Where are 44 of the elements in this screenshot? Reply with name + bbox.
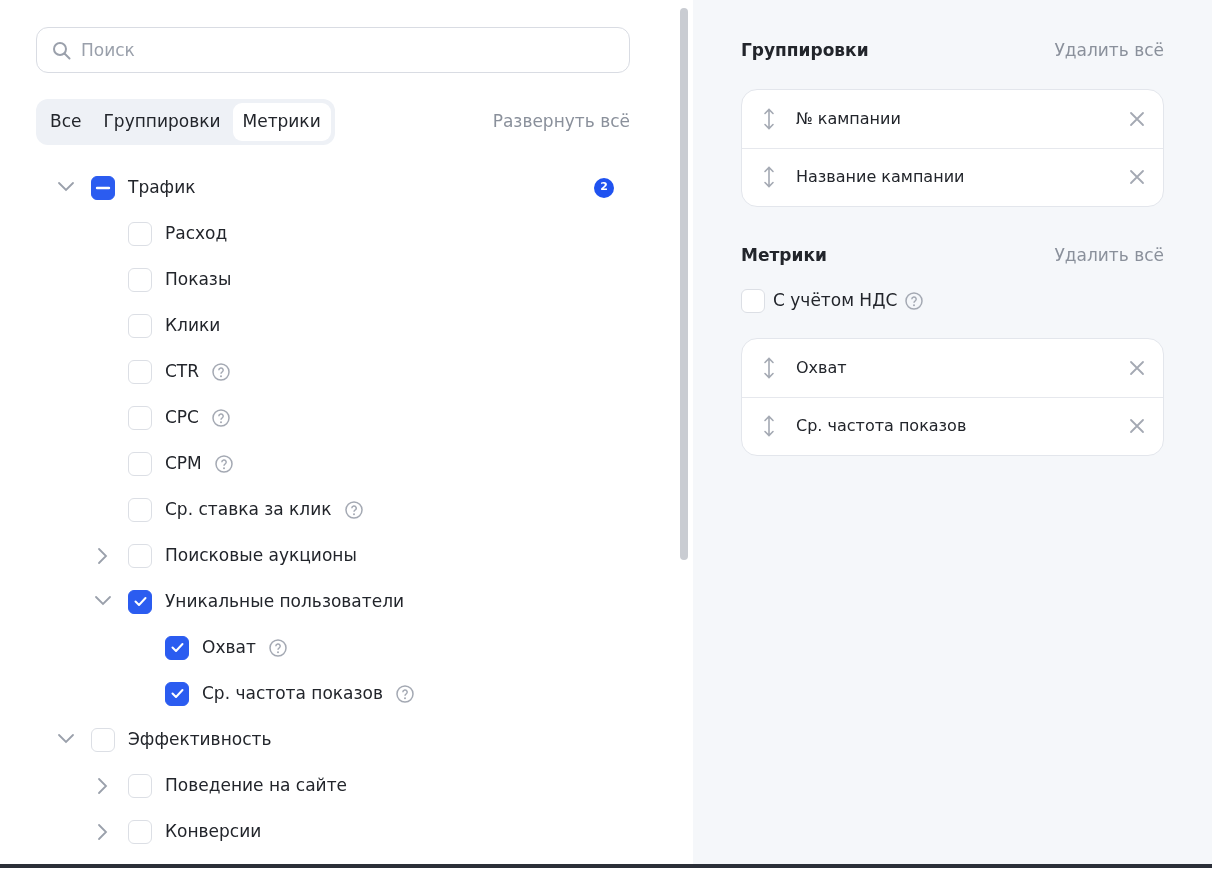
tree-item-label[interactable]: Ср. ставка за клик <box>165 496 332 523</box>
close-icon <box>1129 169 1145 185</box>
tree-item-label[interactable]: Эффективность <box>128 726 272 753</box>
tree-item-label[interactable]: Трафик <box>128 174 196 201</box>
tree-item-label[interactable]: Расход <box>165 220 228 247</box>
tree-item-label[interactable]: Охват <box>202 634 256 661</box>
search-field[interactable]: Поиск <box>36 27 630 73</box>
close-icon <box>1129 110 1145 127</box>
tree-item-label[interactable]: Уникальные пользователи <box>165 588 405 615</box>
section-title: Группировки <box>741 39 869 62</box>
tree-item-label[interactable]: Конверсии <box>165 818 262 845</box>
drag-handle-icon <box>762 415 776 437</box>
tree-item-label[interactable]: Поисковые аукционы <box>165 542 357 569</box>
tab[interactable]: Все <box>40 103 92 141</box>
scrollbar-thumb[interactable] <box>680 8 688 560</box>
remove-button[interactable] <box>1129 418 1145 434</box>
tree-item-label[interactable]: CPC <box>165 404 199 431</box>
tab[interactable]: Метрики <box>232 103 331 141</box>
list-item-label: Ср. частота показов <box>796 415 967 437</box>
remove-button[interactable] <box>1129 110 1145 127</box>
remove-button[interactable] <box>1129 359 1145 376</box>
tree-item-label[interactable]: CPM <box>165 450 202 477</box>
checkbox[interactable] <box>165 635 189 660</box>
tree-item-label[interactable]: CTR <box>165 358 200 385</box>
drag-handle-icon <box>762 166 776 188</box>
tree-item-label[interactable]: Показы <box>165 266 232 293</box>
tree-item-label[interactable]: Поведение на сайте <box>165 772 347 799</box>
list-item-label: Охват <box>796 356 847 379</box>
checkbox[interactable] <box>128 589 152 614</box>
tree-item-label[interactable]: Ср. частота показов <box>202 680 383 707</box>
checkbox[interactable] <box>165 681 189 706</box>
remove-button[interactable] <box>1129 169 1145 185</box>
list-item-label: № кампании <box>796 107 901 130</box>
count-badge: 2 <box>594 177 614 198</box>
checkbox[interactable] <box>91 175 115 200</box>
vat-checkbox-label[interactable]: С учётом НДС <box>773 288 898 314</box>
drag-handle-icon <box>762 356 776 379</box>
close-icon <box>1129 418 1145 434</box>
list-item-label: Название кампании <box>796 166 965 188</box>
drag-handle-icon <box>762 107 776 130</box>
tab[interactable]: Группировки <box>93 103 231 141</box>
tree-item-label[interactable]: Клики <box>165 312 221 339</box>
section-title: Метрики <box>741 243 827 267</box>
close-icon <box>1129 359 1145 376</box>
